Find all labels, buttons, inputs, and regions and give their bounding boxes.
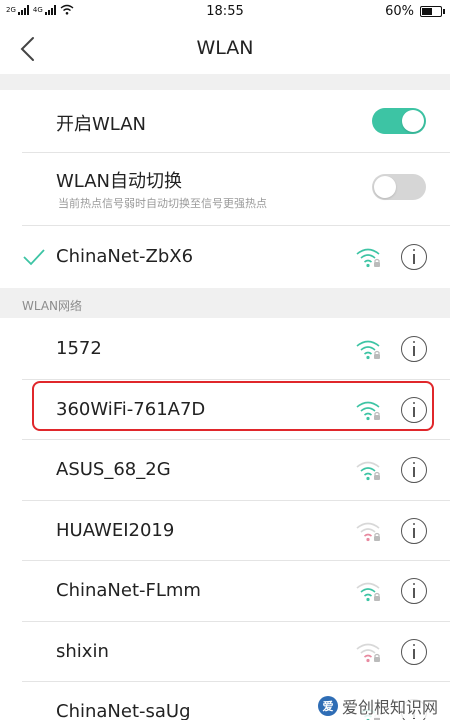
auto-switch-description: 当前热点信号弱时自动切换至信号更强热点: [58, 197, 267, 210]
connected-ssid: ChinaNet-ZbX6: [56, 246, 194, 267]
network-info-button[interactable]: [401, 638, 427, 665]
section-header: WLAN网络: [22, 299, 83, 313]
wifi-lock-icon: [356, 248, 380, 268]
network-row[interactable]: 1572: [0, 319, 450, 380]
network-ssid: ChinaNet-FLmm: [56, 580, 201, 601]
wifi-lock-icon: [356, 582, 380, 602]
section-gap: [0, 74, 450, 90]
auto-switch-row[interactable]: WLAN自动切换 当前热点信号弱时自动切换至信号更强热点: [0, 153, 450, 225]
page-title: WLAN: [196, 37, 254, 59]
connected-network-row[interactable]: ChinaNet-ZbX6: [0, 226, 450, 288]
network-row[interactable]: ASUS_68_2G: [0, 440, 450, 501]
auto-switch-label: WLAN自动切换: [56, 171, 183, 192]
section-header-band: WLAN网络: [0, 288, 450, 318]
clock: 18:55: [206, 4, 244, 19]
watermark-text: 爱创根知识网: [341, 698, 438, 717]
network-info-button[interactable]: [401, 578, 427, 604]
watermark-logo-icon: 爱: [317, 696, 338, 716]
toggle-knob: [374, 176, 396, 198]
wifi-lock-icon: [356, 522, 380, 541]
wlan-enable-label: 开启WLAN: [56, 114, 147, 135]
network-ssid: shixin: [56, 640, 109, 662]
network-ssid: 1572: [56, 338, 102, 359]
network-ssid: ASUS_68_2G: [56, 459, 171, 480]
network-row[interactable]: shixin: [0, 622, 450, 682]
checkmark-icon: [23, 249, 45, 266]
wlan-toggle[interactable]: [372, 108, 426, 134]
wifi-lock-icon: [356, 643, 380, 662]
battery-percent: 60%: [385, 4, 414, 19]
auto-switch-toggle[interactable]: [372, 174, 426, 200]
network-ssid: HUAWEI2019: [56, 519, 175, 541]
network-row[interactable]: HUAWEI2019: [0, 501, 450, 561]
title-bar: WLAN: [0, 24, 450, 74]
status-bar: 2G 4G 18:55 60%: [0, 0, 450, 24]
network-info-button[interactable]: [401, 244, 427, 270]
watermark: 爱 爱创根知识网: [315, 694, 440, 718]
highlight-box: [32, 381, 434, 431]
network-info-button[interactable]: [401, 517, 427, 544]
toggle-knob: [402, 110, 424, 132]
network-ssid: ChinaNet-saUg: [56, 701, 191, 720]
battery-icon: [420, 6, 445, 17]
network-info-button[interactable]: [401, 336, 427, 362]
network-info-button[interactable]: [401, 457, 427, 483]
wifi-lock-icon: [356, 461, 380, 481]
wlan-enable-row[interactable]: 开启WLAN: [0, 90, 450, 152]
network-row[interactable]: ChinaNet-FLmm: [0, 561, 450, 622]
wifi-lock-icon: [356, 340, 380, 360]
